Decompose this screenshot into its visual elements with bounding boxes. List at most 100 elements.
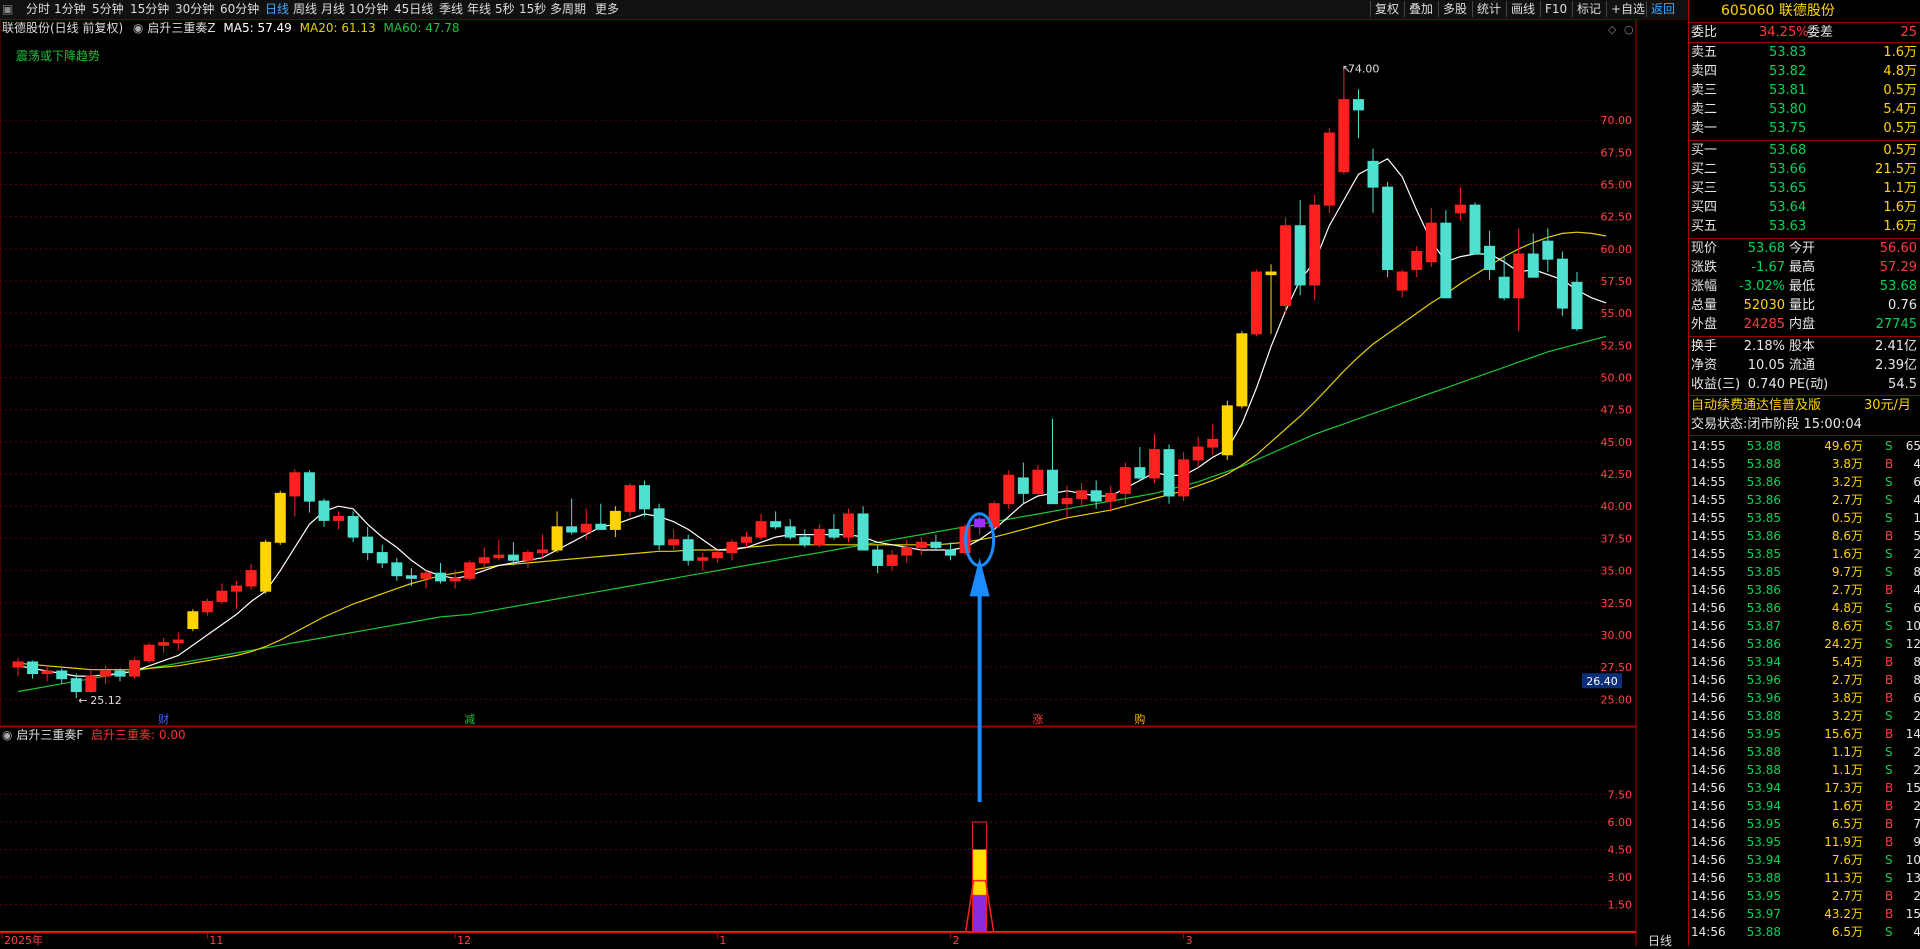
event-marker: 减 [464,713,475,726]
tool-button-0[interactable]: 复权 [1370,1,1403,17]
candle-body [1250,271,1262,335]
candle-body [143,644,155,662]
candle-body [1236,333,1248,407]
ask-row[interactable]: 卖一 53.75 0.5万 [1689,119,1920,138]
fundamental-row: 收益(三) 0.740 PE(动) 54.5 [1691,377,1917,392]
trade-row: 14:56 53.88 6.5万 S 4 [1691,925,1920,939]
ask-price: 53.81 [1769,83,1807,98]
candle-body [333,516,345,521]
candle-body [70,678,82,693]
tool-button-6[interactable]: 标记 [1572,1,1605,17]
period-tab-14[interactable]: 15秒 [519,2,546,17]
promo-row[interactable]: 自动续费通达信普及版 30元/月 [1689,396,1920,415]
kline-chart-area[interactable]: 70.00 67.50 65.00 62.50 60.00 57.50 55.00 52.50… [0,19,1638,946]
sub-indicator-name[interactable]: 启升三重奏F [16,728,83,742]
indicator-toggle-icon-2[interactable]: ◉ [2,728,12,742]
indicator-header: ◉ 启升三重奏F 启升三重奏: 0.00 [0,727,186,743]
trade-row: 14:56 53.88 3.2万 S 2 [1691,709,1920,723]
candle-body [493,554,505,559]
candle-body [1338,99,1350,173]
period-tab-2[interactable]: 5分钟 [92,2,124,17]
ask-row[interactable]: 卖三 53.81 0.5万 [1689,81,1920,100]
tool-button-8[interactable]: 返回 [1646,1,1679,17]
diamond-icon: ◇ [1608,23,1617,36]
bid-row[interactable]: 买一 53.68 0.5万 [1689,141,1920,160]
candle-body [1265,271,1277,276]
candle-body [1513,253,1525,299]
bid-price: 53.65 [1769,181,1807,196]
candle-body [639,485,651,510]
bid-price: 53.68 [1769,143,1807,158]
ask-row[interactable]: 卖五 53.83 1.6万 [1689,43,1920,62]
tool-button-7[interactable]: +自选 [1606,1,1649,17]
candle-body [1105,492,1117,502]
bid-row[interactable]: 买四 53.64 1.6万 [1689,198,1920,217]
period-tab-3[interactable]: 15分钟 [130,2,169,17]
candle-body [711,552,723,559]
candle-body [580,523,592,533]
period-tab-0[interactable]: 分时 [26,2,50,17]
candle-body [1425,222,1437,263]
candle-body [1484,245,1496,270]
candle-body [653,508,665,546]
candle-body [828,528,840,538]
y-axis-label: 32.50 [1601,597,1633,610]
period-tab-12[interactable]: 年线 [467,2,491,17]
bid-volume: 1.6万 [1883,200,1917,215]
ask-label: 卖一 [1691,121,1718,136]
bid-price: 53.63 [1769,219,1807,234]
candle-body [56,670,68,680]
period-tab-10[interactable]: 45日线 [394,2,433,17]
tool-button-2[interactable]: 多股 [1438,1,1471,17]
menu-icon[interactable]: ▣ [2,2,13,17]
candle-body [1046,469,1058,505]
candle-body [1280,225,1292,307]
tool-button-4[interactable]: 画线 [1506,1,1539,17]
kline-chart[interactable]: 70.00 67.50 65.00 62.50 60.00 57.50 55.00 52.50… [0,19,1638,946]
candle-body [1294,225,1306,286]
event-marker: 财 [158,712,169,726]
ask-row[interactable]: 卖二 53.80 5.4万 [1689,100,1920,119]
candle-body [405,575,417,579]
period-tab-6[interactable]: 日线 [265,2,289,17]
y-axis-label: 35.00 [1601,565,1633,578]
bid-label: 买五 [1691,219,1718,234]
period-tab-4[interactable]: 30分钟 [175,2,214,17]
candle-body [915,541,927,548]
candle-body [974,518,986,528]
period-tab-5[interactable]: 60分钟 [220,2,259,17]
y-axis-label: 42.50 [1601,468,1633,481]
candle-body [478,557,490,564]
tool-button-5[interactable]: F10 [1540,1,1571,17]
indicator-toggle-icon[interactable]: ◉ [133,21,143,35]
candle-body [1352,99,1364,111]
fundamental-row: 换手 2.18% 股本 2.41亿 [1691,339,1917,354]
bid-label: 买一 [1691,143,1718,158]
candle-body [813,528,825,546]
main-chart-header: 联德股份(日线 前复权) ◉ 启升三重奏Z MA5: 57.49 MA20: 6… [0,20,460,36]
bid-label: 买三 [1691,181,1718,196]
bid-label: 买二 [1691,162,1718,177]
period-tab-16[interactable]: 更多 [595,2,619,17]
bid-volume: 0.5万 [1883,143,1917,158]
period-tab-9[interactable]: 10分钟 [349,2,388,17]
period-tab-1[interactable]: 1分钟 [54,2,86,17]
bid-row[interactable]: 买五 53.63 1.6万 [1689,217,1920,236]
candle-body [303,472,315,502]
candle-body [391,562,403,577]
ask-row[interactable]: 卖四 53.82 4.8万 [1689,62,1920,81]
period-tab-8[interactable]: 月线 [321,2,345,17]
indicator-name[interactable]: 启升三重奏Z [147,21,215,35]
candle-body [1134,467,1146,479]
period-tab-7[interactable]: 周线 [293,2,317,17]
bid-row[interactable]: 买三 53.65 1.1万 [1689,179,1920,198]
period-tab-11[interactable]: 季线 [439,2,463,17]
candle-body [1061,498,1073,505]
period-tab-15[interactable]: 多周期 [550,2,586,17]
bottom-period-tab[interactable]: 日线 [1648,932,1672,949]
period-tab-13[interactable]: 5秒 [495,2,515,17]
tool-button-1[interactable]: 叠加 [1404,1,1437,17]
bid-row[interactable]: 买二 53.66 21.5万 [1689,160,1920,179]
tool-button-3[interactable]: 统计 [1472,1,1505,17]
candle-body [697,557,709,561]
